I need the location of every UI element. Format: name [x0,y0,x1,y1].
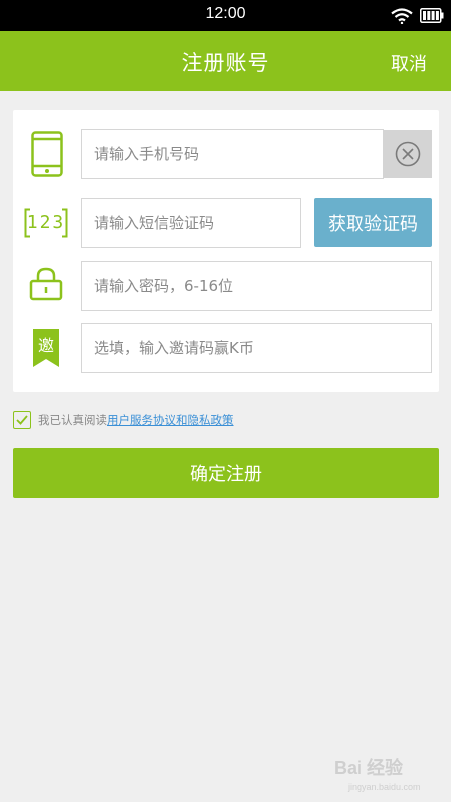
header-bar: 注册账号 取消 [0,31,451,91]
battery-icon [420,8,444,23]
register-form-card: 123 获取验证码 邀 [13,110,439,392]
get-code-button[interactable]: 获取验证码 [314,198,432,247]
watermark-logo-text: Bai 经验 [334,758,404,778]
page-title: 注册账号 [181,51,270,75]
status-time: 12:00 [205,5,246,22]
agreement-checkbox[interactable] [13,411,31,429]
agreement-text: 我已认真阅读 [38,413,107,427]
password-input[interactable] [81,261,432,311]
lock-icon [29,267,63,301]
baidu-watermark: Bai 经验 jingyan.baidu.com [334,748,444,796]
agreement-row: 我已认真阅读 用户服务协议和隐私政策 [13,410,234,430]
phone-icon [31,131,63,177]
clear-phone-button[interactable] [383,130,432,178]
sms-code-input[interactable] [81,198,301,248]
clear-icon [395,141,420,167]
wifi-icon [391,8,413,24]
agreement-link[interactable]: 用户服务协议和隐私政策 [107,412,234,428]
check-icon [16,415,28,425]
sms-code-icon: 123 [24,208,68,238]
invite-icon-text: 邀 [37,336,54,355]
invite-icon: 邀 [33,329,59,367]
confirm-register-button[interactable]: 确定注册 [13,448,439,498]
cancel-button[interactable]: 取消 [391,50,427,76]
phone-input[interactable] [81,129,384,179]
watermark-url: jingyan.baidu.com [348,782,421,792]
status-bar: 12:00 [0,0,451,31]
invite-code-input[interactable] [81,323,432,373]
sms-code-icon-text: 123 [26,212,66,233]
